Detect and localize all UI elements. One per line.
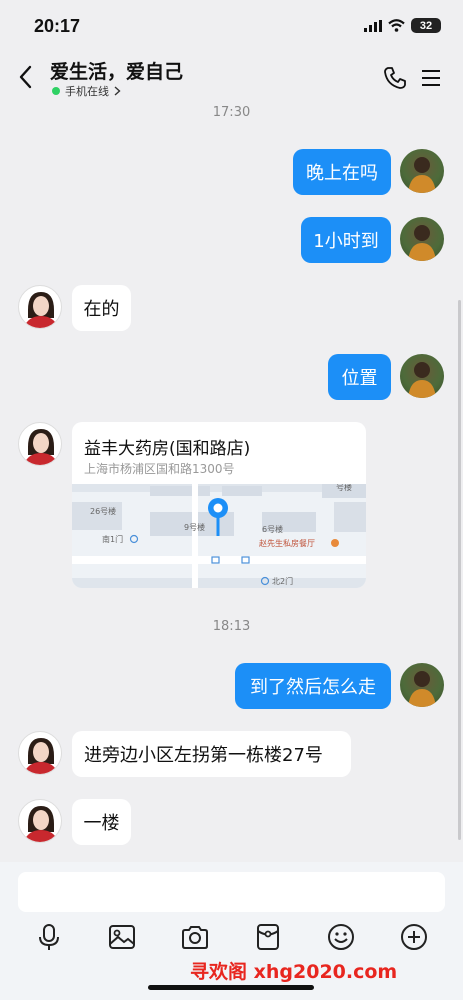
image-icon[interactable] [107, 922, 137, 952]
chevron-right-icon [114, 86, 121, 96]
location-name: 益丰大药房(国和路店) [84, 439, 251, 459]
avatar[interactable] [18, 731, 62, 775]
avatar[interactable] [18, 285, 62, 329]
online-dot [52, 87, 60, 95]
online-status-label: 手机在线 [65, 85, 109, 98]
red-packet-icon[interactable] [253, 922, 283, 952]
avatar[interactable] [400, 663, 444, 707]
message-bubble-in[interactable]: 在的 [72, 285, 131, 331]
input-toolbar [0, 922, 463, 962]
map-label-south-gate: 南1门 [102, 534, 123, 544]
message-bubble-in[interactable]: 一楼 [72, 799, 131, 845]
mic-icon[interactable] [34, 922, 64, 952]
avatar[interactable] [18, 422, 62, 466]
home-indicator[interactable] [148, 985, 314, 990]
message-bubble-out[interactable]: 晚上在吗 [293, 149, 391, 195]
location-card[interactable]: 益丰大药房(国和路店) 上海市杨浦区国和路1300号 26号楼 9号楼 6号楼 … [72, 422, 366, 588]
map-label-north-gate: 北2门 [272, 576, 293, 586]
status-bar: 20:17 32 [0, 0, 463, 52]
map-label-top: 号楼 [336, 484, 352, 492]
menu-icon[interactable] [419, 66, 443, 90]
avatar[interactable] [400, 149, 444, 193]
scrollbar[interactable] [458, 300, 461, 840]
map-label-restaurant: 赵先生私房餐厅 [259, 538, 315, 548]
online-status[interactable]: 手机在线 [52, 83, 121, 99]
plus-icon[interactable] [399, 922, 429, 952]
status-time: 20:17 [34, 16, 81, 36]
camera-icon[interactable] [180, 922, 210, 952]
signal-icon [364, 19, 382, 32]
message-bubble-out[interactable]: 1小时到 [301, 217, 391, 263]
chat-header: 爱生活，爱自己 手机在线 [0, 52, 463, 102]
location-address: 上海市杨浦区国和路1300号 [84, 462, 235, 476]
avatar[interactable] [18, 799, 62, 843]
emoji-icon[interactable] [326, 922, 356, 952]
avatar[interactable] [400, 354, 444, 398]
message-bubble-out[interactable]: 位置 [328, 354, 391, 400]
watermark: 寻欢阁 xhg2020.com [190, 961, 398, 983]
map-label-9: 9号楼 [184, 522, 205, 532]
timestamp: 18:13 [212, 619, 251, 634]
message-bubble-out[interactable]: 到了然后怎么走 [235, 663, 391, 709]
wifi-icon [388, 19, 405, 32]
avatar[interactable] [400, 217, 444, 261]
map-label-26: 26号楼 [90, 506, 116, 516]
chevron-left-icon [19, 65, 32, 89]
message-input[interactable] [18, 872, 445, 912]
battery-icon: 32 [411, 18, 441, 33]
status-icons: 32 [364, 18, 441, 33]
back-button[interactable] [12, 62, 38, 92]
map-label-6: 6号楼 [262, 524, 283, 534]
timestamp: 17:30 [212, 105, 251, 120]
phone-icon[interactable] [382, 65, 408, 91]
message-bubble-in[interactable]: 进旁边小区左拐第一栋楼27号 [72, 731, 351, 777]
location-map[interactable]: 26号楼 9号楼 6号楼 南1门 赵先生私房餐厅 北2门 号楼 [72, 484, 366, 588]
chat-title[interactable]: 爱生活，爱自己 [50, 57, 183, 84]
